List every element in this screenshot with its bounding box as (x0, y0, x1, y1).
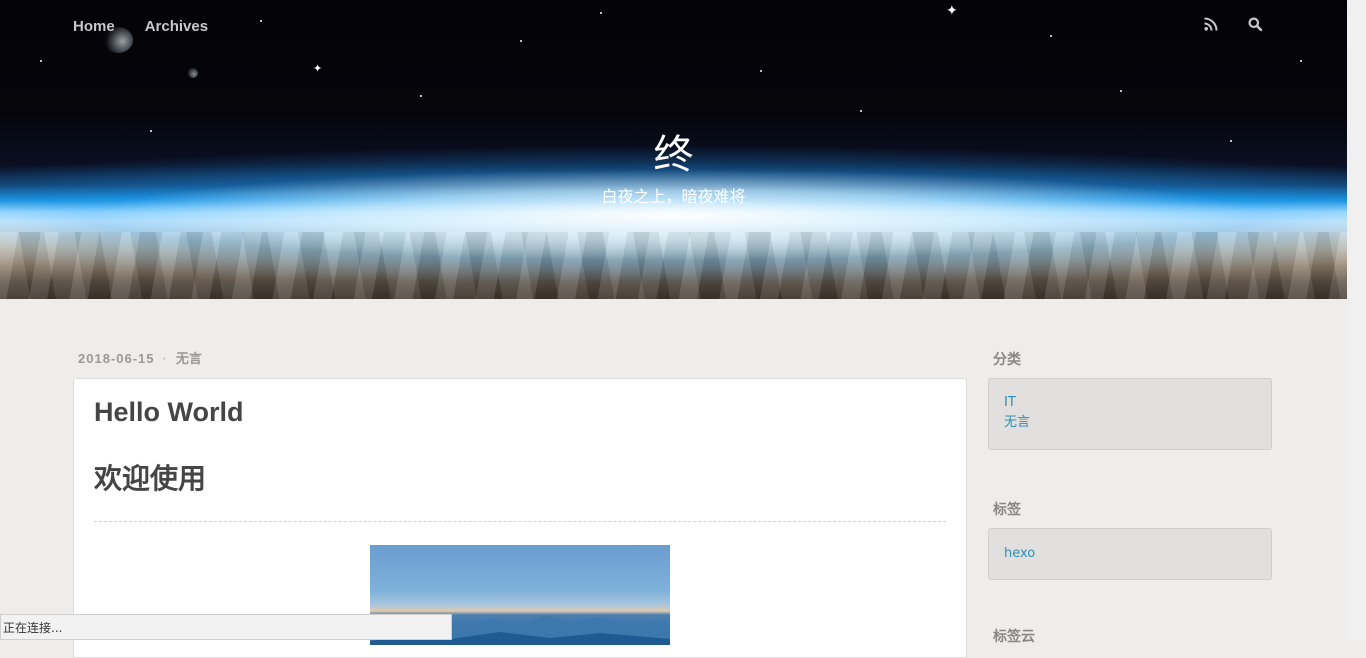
browser-status-bar: 正在连接... (0, 614, 452, 640)
nav-link-archives[interactable]: Archives (145, 18, 208, 35)
star (260, 20, 262, 22)
header-banner: ✦ ✦ Home Archives 终 白夜之上，暗夜难将 (0, 0, 1347, 299)
meta-separator: · (162, 351, 168, 366)
tag-link-hexo[interactable]: hexo (1004, 544, 1256, 564)
post-title[interactable]: Hello World (94, 397, 244, 428)
earth-clouds (0, 232, 1347, 299)
scrollbar[interactable] (1347, 0, 1366, 640)
main-nav: Home Archives (73, 18, 208, 35)
category-link-it[interactable]: IT (1004, 393, 1256, 413)
site-title[interactable]: 终 (0, 122, 1347, 180)
star (420, 95, 422, 97)
star (40, 60, 42, 62)
sparkle-star: ✦ (313, 62, 323, 75)
article-meta: 2018-06-15 · 无言 (78, 348, 202, 367)
star (1300, 60, 1302, 62)
star (1050, 35, 1052, 37)
star (520, 40, 522, 42)
widget-title-tags: 标签 (993, 502, 1021, 518)
small-moon-graphic (188, 68, 198, 78)
star (860, 110, 862, 112)
article-date[interactable]: 2018-06-15 (78, 351, 155, 366)
star (600, 12, 602, 14)
post-divider (94, 521, 946, 522)
nav-link-home[interactable]: Home (73, 18, 115, 35)
post-heading: 欢迎使用 (94, 462, 207, 495)
nav-actions (1204, 17, 1264, 33)
sparkle-star: ✦ (946, 3, 958, 19)
widget-title-tag-cloud: 标签云 (993, 629, 1035, 645)
category-link-wuyan[interactable]: 无言 (1004, 413, 1256, 433)
search-icon[interactable] (1248, 17, 1264, 33)
star (1120, 90, 1122, 92)
rss-icon[interactable] (1204, 17, 1220, 33)
article-category-link[interactable]: 无言 (176, 352, 202, 367)
widget-title-categories: 分类 (993, 352, 1021, 368)
site-subtitle: 白夜之上，暗夜难将 (601, 187, 746, 206)
tags-widget: hexo (988, 528, 1272, 580)
categories-widget: IT 无言 (988, 378, 1272, 450)
star (760, 70, 762, 72)
